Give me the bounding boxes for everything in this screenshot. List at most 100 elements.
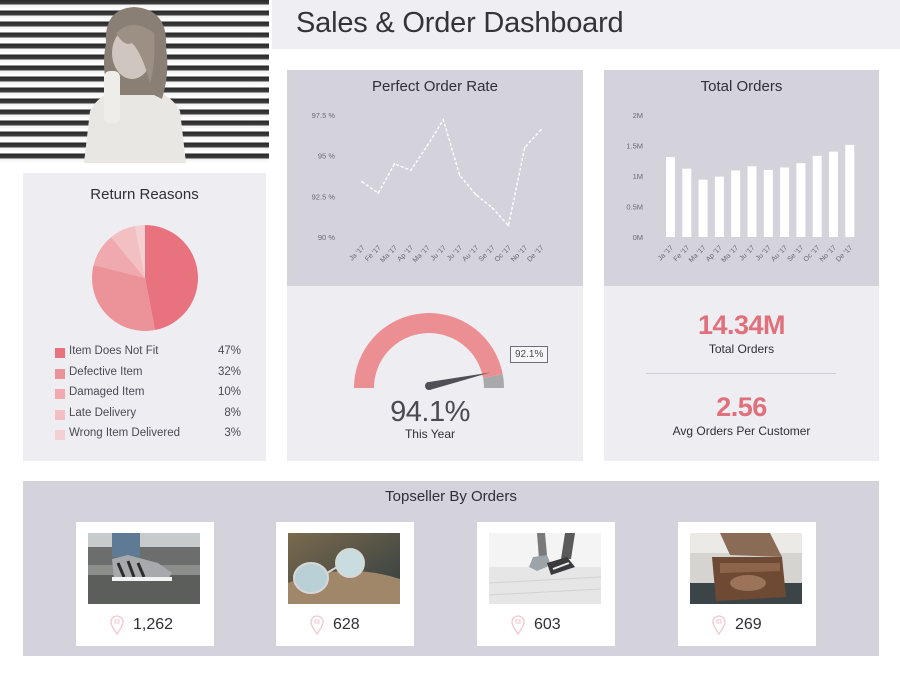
return-reasons-panel: Return Reasons Item Does Not Fit 47% Def… [23,173,266,461]
x-tick-label: Ma '17 [412,244,432,264]
kpi-divider [646,373,836,374]
return-reasons-pie [92,225,198,331]
y-tick-label: 1M [633,172,643,181]
legend-swatch [55,389,65,399]
kpi-label: Total Orders [708,342,775,356]
legend-row: Late Delivery 8% [55,407,241,428]
legend-value: 32% [217,365,241,378]
data-point [507,224,510,227]
bar [666,157,675,237]
x-tick-label: Ma '17 [688,244,708,264]
legend-label: Wrong Item Delivered [69,427,180,439]
legend-label: Damaged Item [69,386,145,398]
data-point [377,192,380,194]
gauge-target-badge: 92.1% [510,346,549,363]
kpi-label: Avg Orders Per Customer [672,424,811,438]
legend-row: Wrong Item Delivered 3% [55,427,241,448]
pie-slice [145,225,198,331]
bar [763,169,773,237]
location-pin-icon [110,615,124,635]
bar [747,166,757,237]
y-tick-label: 92.5 % [312,192,336,201]
bar [829,151,838,237]
data-point [442,119,445,121]
data-point [361,180,363,183]
product-card[interactable]: 603 [477,522,615,646]
bar [812,155,822,237]
product-card[interactable]: 628 [276,522,414,646]
legend-row: Damaged Item 10% [55,386,241,407]
y-tick-label: 0.5M [626,203,643,212]
bar [714,176,724,237]
legend-label: Defective Item [69,365,143,378]
data-point [410,169,412,172]
location-pin-icon [712,615,726,635]
y-tick-label: 95 % [318,152,335,161]
x-tick-label: Oc '17 [803,244,822,263]
x-tick-label: Au '17 [461,244,480,263]
y-tick-label: 97.5 % [312,111,336,120]
x-tick-label: Ju '17 [446,244,464,262]
kpi-avg-orders: 2.56 Avg Orders Per Customer [604,392,879,438]
perfect-order-rate-chart-panel: Perfect Order Rate 90 % 92.5 % 95 % 97.5 % J… [287,70,583,286]
series-line [361,118,542,228]
legend-value: 10% [217,386,241,398]
product-order-count: 1,262 [133,616,174,633]
perfect-order-rate-line-chart: 90 %92.5 %95 %97.5 %Ja '17Fe '17Ma '17Ap… [312,111,546,264]
y-tick-label: 90 % [318,233,335,242]
product-card[interactable]: 269 [678,522,816,646]
perfect-order-gauge-panel: 92.1% 94.1% This Year [287,286,583,461]
hero-photo [0,0,269,163]
kpi-value: 14.34M [697,310,786,340]
x-tick-label: Se '17 [786,244,805,263]
gauge-label: This Year [404,427,456,441]
return-reasons-legend: Item Does Not Fit 47% Defective Item 32%… [55,345,241,448]
legend-value: 8% [224,406,241,419]
x-tick-label: Ju '17 [755,244,773,262]
header-bar: Sales & Order Dashboard [272,0,900,49]
legend-label: Late Delivery [69,406,137,419]
x-tick-label: Se '17 [478,244,497,263]
legend-row: Item Does Not Fit 47% [55,345,241,366]
gauge-fill-arc [354,313,503,388]
total-orders-chart-panel: Total Orders 0M 0.5M 1M 1.5M 2M Ja '17 Fe '17 M… [604,70,879,286]
legend-swatch [55,430,65,440]
x-tick-label: Oc '17 [494,244,513,263]
product-card[interactable]: 1,262 [76,522,214,646]
total-orders-bar-chart: 0M0.5M1M1.5M2MJa '17Fe '17Ma '17Ap '17Ma… [626,111,855,264]
x-tick-label: No '17 [819,244,838,263]
bar [780,167,790,237]
bar [698,179,708,237]
x-tick-label: No '17 [510,244,529,263]
data-point [393,163,396,165]
data-point [540,128,542,131]
bar [682,168,692,237]
return-reasons-title: Return Reasons [90,186,199,203]
x-tick-label: Au '17 [770,244,789,263]
gauge-value: 94.1% [390,396,470,428]
bar [731,170,741,237]
product-photo-leather-bag [690,533,802,604]
legend-swatch [55,348,65,358]
product-order-count: 603 [534,616,561,633]
y-tick-label: 0M [633,233,643,242]
product-photo-sunglasses [288,533,400,604]
legend-row: Defective Item 32% [55,366,241,387]
person-silhouette [84,7,186,163]
location-pin-icon [511,615,525,635]
data-point [523,146,526,149]
x-tick-label: Ju '17 [430,244,448,262]
x-tick-label: De '17 [835,244,854,263]
y-tick-label: 1.5M [626,142,643,151]
legend-swatch [55,368,65,379]
data-point [475,193,477,196]
legend-label: Item Does Not Fit [69,345,159,357]
product-order-count: 628 [333,616,360,633]
data-point [491,206,493,209]
data-point [426,145,428,147]
legend-swatch [55,409,65,420]
kpi-total-orders: 14.34M Total Orders [604,310,879,356]
legend-value: 3% [224,427,241,439]
topseller-title: Topseller By Orders [385,488,517,505]
x-tick-label: Ma '17 [379,244,399,264]
